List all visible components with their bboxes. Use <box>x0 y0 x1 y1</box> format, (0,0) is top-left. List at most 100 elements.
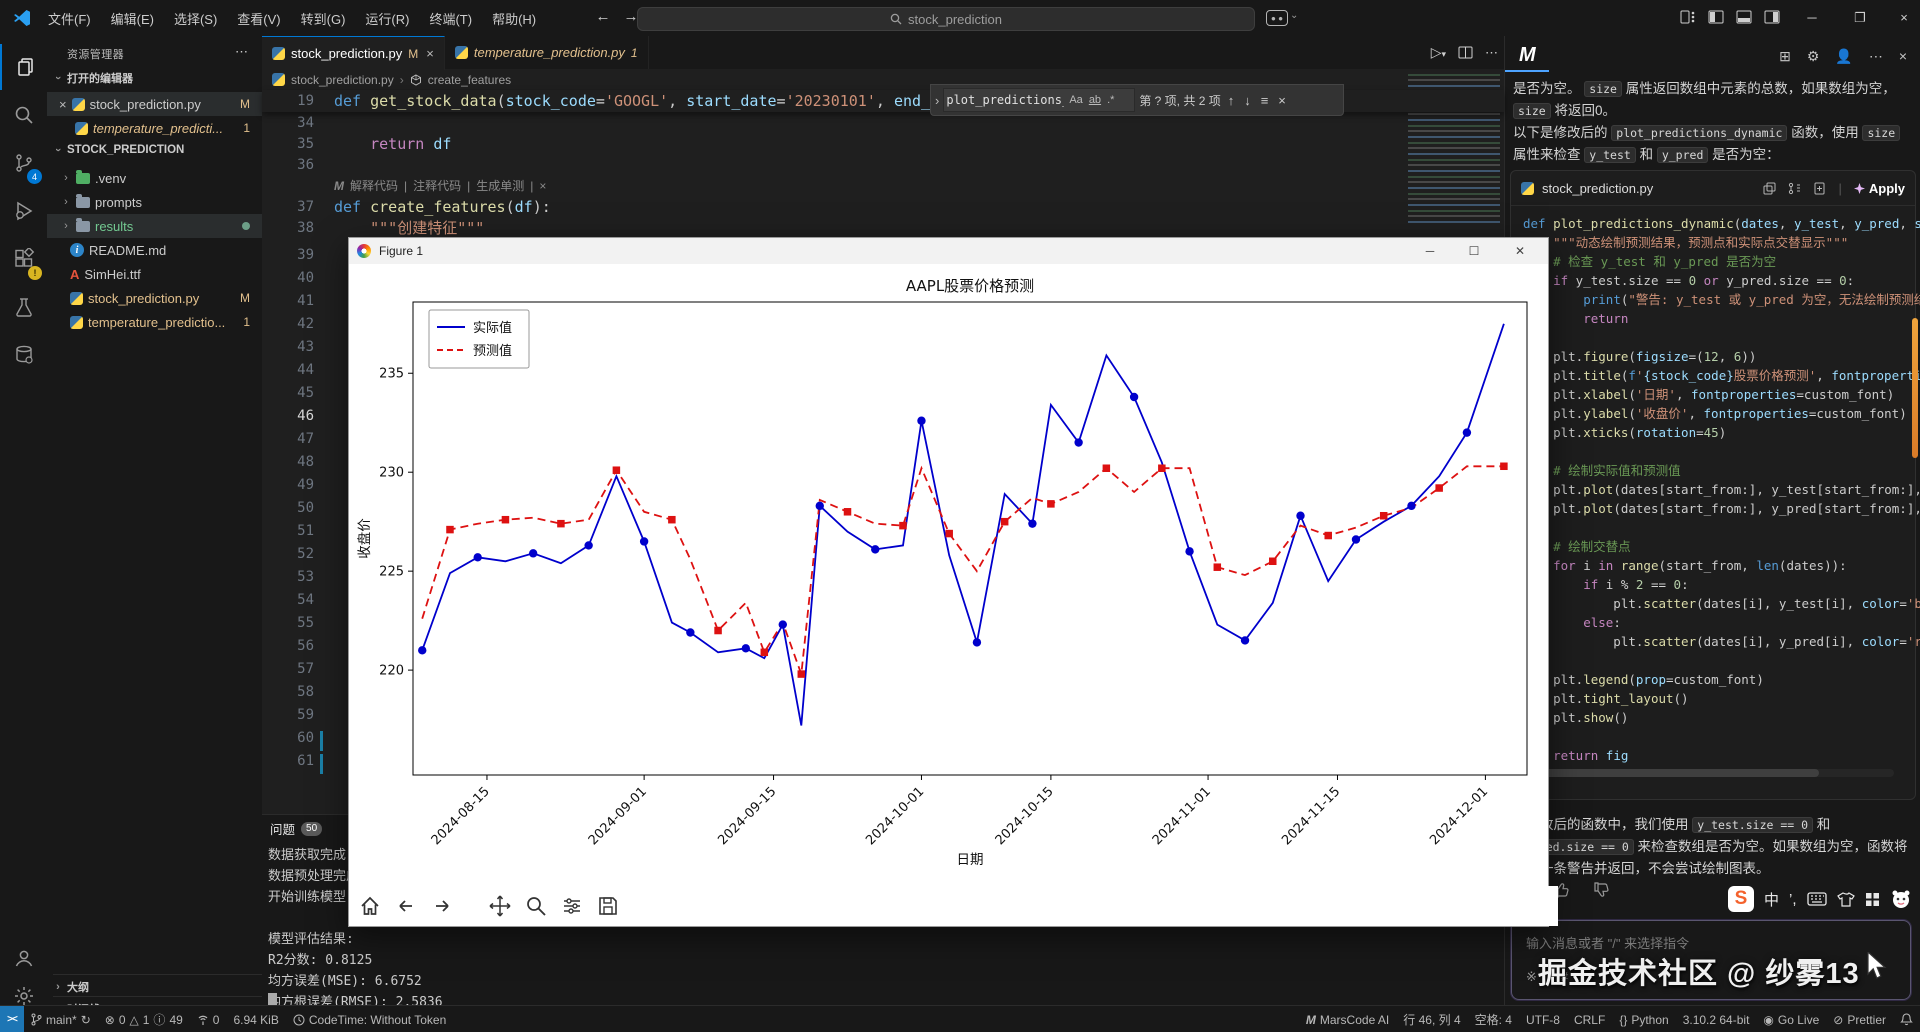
testing-icon[interactable] <box>0 284 47 330</box>
problems-item[interactable]: ⊗0 △1 ⓘ49 <box>98 1011 190 1028</box>
pan-icon[interactable] <box>489 895 511 917</box>
home-icon[interactable] <box>359 895 381 917</box>
find-close-icon[interactable]: × <box>1275 93 1289 108</box>
remote-indicator[interactable]: >< <box>0 1006 24 1032</box>
ime-chinese-mode-icon[interactable]: 中 <box>1764 889 1779 910</box>
search-command-center[interactable]: stock_prediction <box>637 7 1255 31</box>
gear-icon[interactable]: ⚙ <box>1807 48 1820 65</box>
account-share-icon[interactable]: 👤 <box>1835 48 1852 65</box>
copilot-icon[interactable] <box>1266 10 1288 26</box>
menu-文件(F)[interactable]: 文件(F) <box>38 9 101 28</box>
find-next-icon[interactable]: ↓ <box>1241 93 1254 108</box>
menu-选择(S)[interactable]: 选择(S) <box>164 9 227 28</box>
subplots-config-icon[interactable] <box>561 895 583 917</box>
run-python-file-icon[interactable]: ▷▾ <box>1431 44 1446 61</box>
whole-word-toggle[interactable]: ab <box>1086 94 1104 106</box>
customize-layout-icon[interactable] <box>1680 10 1696 24</box>
project-section[interactable]: › STOCK_PREDICTION <box>53 144 184 156</box>
figure-close-button[interactable]: ✕ <box>1499 238 1541 263</box>
search-sidebar-icon[interactable] <box>0 92 47 138</box>
marscode-status-item[interactable]: MMarsCode AI <box>1299 1013 1396 1027</box>
source-control-icon[interactable]: 4 <box>0 140 47 186</box>
ime-mascot-icon[interactable] <box>1890 888 1912 910</box>
menu-终端(T)[interactable]: 终端(T) <box>419 9 482 28</box>
minimize-button[interactable]: ─ <box>1792 0 1832 35</box>
ime-skin-icon[interactable] <box>1837 892 1855 907</box>
close-icon[interactable]: × <box>59 97 67 112</box>
codelens-生成单测[interactable]: 生成单测 <box>476 177 524 194</box>
more-actions-icon[interactable]: ⋯ <box>1485 45 1498 61</box>
nav-back-icon[interactable]: ← <box>592 8 614 25</box>
menu-编辑(E)[interactable]: 编辑(E) <box>101 9 164 28</box>
find-toggle-replace-icon[interactable]: › <box>935 93 939 108</box>
menu-转到(G)[interactable]: 转到(G) <box>291 9 356 28</box>
new-chat-icon[interactable]: ⊞ <box>1779 48 1791 65</box>
tab-close-icon[interactable]: × <box>426 46 434 61</box>
tree-item-stock_prediction.py[interactable]: stock_prediction.pyM <box>47 286 262 310</box>
indentation-item[interactable]: 空格: 4 <box>1468 1011 1519 1028</box>
codetime-item[interactable]: CodeTime: Without Token <box>286 1013 453 1027</box>
restore-button[interactable]: ❐ <box>1840 0 1880 35</box>
notifications-bell-icon[interactable] <box>1893 1013 1920 1026</box>
breadcrumb[interactable]: stock_prediction.py › create_features <box>272 69 511 90</box>
codelens-解释代码[interactable]: 解释代码 <box>350 177 398 194</box>
ports-item[interactable]: 0 <box>190 1013 227 1027</box>
forward-icon[interactable] <box>431 895 453 917</box>
tree-item-prompts[interactable]: ›prompts <box>47 190 262 214</box>
menu-运行(R)[interactable]: 运行(R) <box>355 9 419 28</box>
figure-maximize-button[interactable]: ☐ <box>1453 238 1495 263</box>
find-previous-icon[interactable]: ↑ <box>1225 93 1238 108</box>
problems-tab[interactable]: 问题 50 <box>270 819 322 838</box>
sogou-logo-icon[interactable]: S <box>1728 886 1754 912</box>
git-branch-item[interactable]: main*↻ <box>24 1013 98 1027</box>
toggle-sidebar-icon[interactable] <box>1708 10 1724 24</box>
tab-stock-prediction[interactable]: stock_prediction.py M × <box>262 36 445 70</box>
copy-icon[interactable] <box>1763 182 1776 195</box>
python-interpreter-item[interactable]: 3.10.2 64-bit <box>1676 1013 1757 1027</box>
ime-toolbox-icon[interactable] <box>1865 892 1880 907</box>
zoom-icon[interactable] <box>525 895 547 917</box>
find-in-selection-icon[interactable]: ≡ <box>1258 93 1272 108</box>
encoding-item[interactable]: UTF-8 <box>1519 1013 1567 1027</box>
go-live-item[interactable]: ◉Go Live <box>1756 1013 1826 1027</box>
panel-scrollbar[interactable] <box>1912 318 1918 458</box>
figure-minimize-button[interactable]: ─ <box>1409 238 1451 263</box>
open-editors-section[interactable]: › 打开的编辑器 <box>53 70 133 86</box>
run-debug-icon[interactable] <box>0 188 47 234</box>
network-usage-item[interactable]: 6.94 KiB <box>226 1013 285 1027</box>
tree-item-results[interactable]: ›results <box>47 214 262 238</box>
open-editor-item[interactable]: × stock_prediction.py M <box>47 92 262 116</box>
thumbs-down-icon[interactable] <box>1593 881 1611 899</box>
tree-item-SimHei.ttf[interactable]: ASimHei.ttf <box>47 262 262 286</box>
tab-temperature-prediction[interactable]: temperature_prediction.py 1 <box>445 36 649 69</box>
figure-title-bar[interactable]: Figure 1 ─ ☐ ✕ <box>349 238 1548 265</box>
extensions-icon[interactable]: ! <box>0 236 47 282</box>
menu-查看(V)[interactable]: 查看(V) <box>227 9 290 28</box>
copilot-chevron-icon[interactable]: ⌄ <box>1290 10 1298 21</box>
regex-toggle[interactable]: .* <box>1104 94 1117 106</box>
toggle-secondary-sidebar-icon[interactable] <box>1764 10 1780 24</box>
codelens-注释代码[interactable]: 注释代码 <box>413 177 461 194</box>
more-icon[interactable]: ⋯ <box>1869 48 1883 65</box>
sidebar-more-actions-icon[interactable]: ⋯ <box>235 44 248 60</box>
tree-item-README.md[interactable]: iREADME.md <box>47 238 262 262</box>
prettier-item[interactable]: ⊘Prettier <box>1826 1013 1893 1027</box>
database-icon[interactable] <box>0 332 47 378</box>
explorer-icon[interactable] <box>0 44 49 90</box>
save-icon[interactable] <box>597 895 619 917</box>
open-editor-item[interactable]: temperature_predicti... 1 <box>47 116 262 140</box>
insert-file-icon[interactable] <box>1813 182 1826 195</box>
codelens-close-icon[interactable]: × <box>539 179 546 193</box>
ime-punctuation-icon[interactable]: ’, <box>1789 891 1797 908</box>
match-case-toggle[interactable]: Aa <box>1066 94 1085 106</box>
toggle-panel-icon[interactable] <box>1736 10 1752 24</box>
close-button[interactable]: × <box>1884 0 1920 35</box>
menu-帮助(H)[interactable]: 帮助(H) <box>482 9 546 28</box>
apply-button[interactable]: Apply <box>1854 181 1905 196</box>
cursor-position-item[interactable]: 行 46, 列 4 <box>1396 1011 1467 1028</box>
tree-item-temperature_predictio...[interactable]: temperature_predictio...1 <box>47 310 262 334</box>
language-mode-item[interactable]: {}Python <box>1612 1013 1675 1027</box>
matplotlib-figure-window[interactable]: Figure 1 ─ ☐ ✕ 2202252302352024-08-15202… <box>348 237 1549 927</box>
ime-keyboard-icon[interactable] <box>1807 892 1827 906</box>
code-horizontal-scrollbar[interactable] <box>1519 769 1894 777</box>
